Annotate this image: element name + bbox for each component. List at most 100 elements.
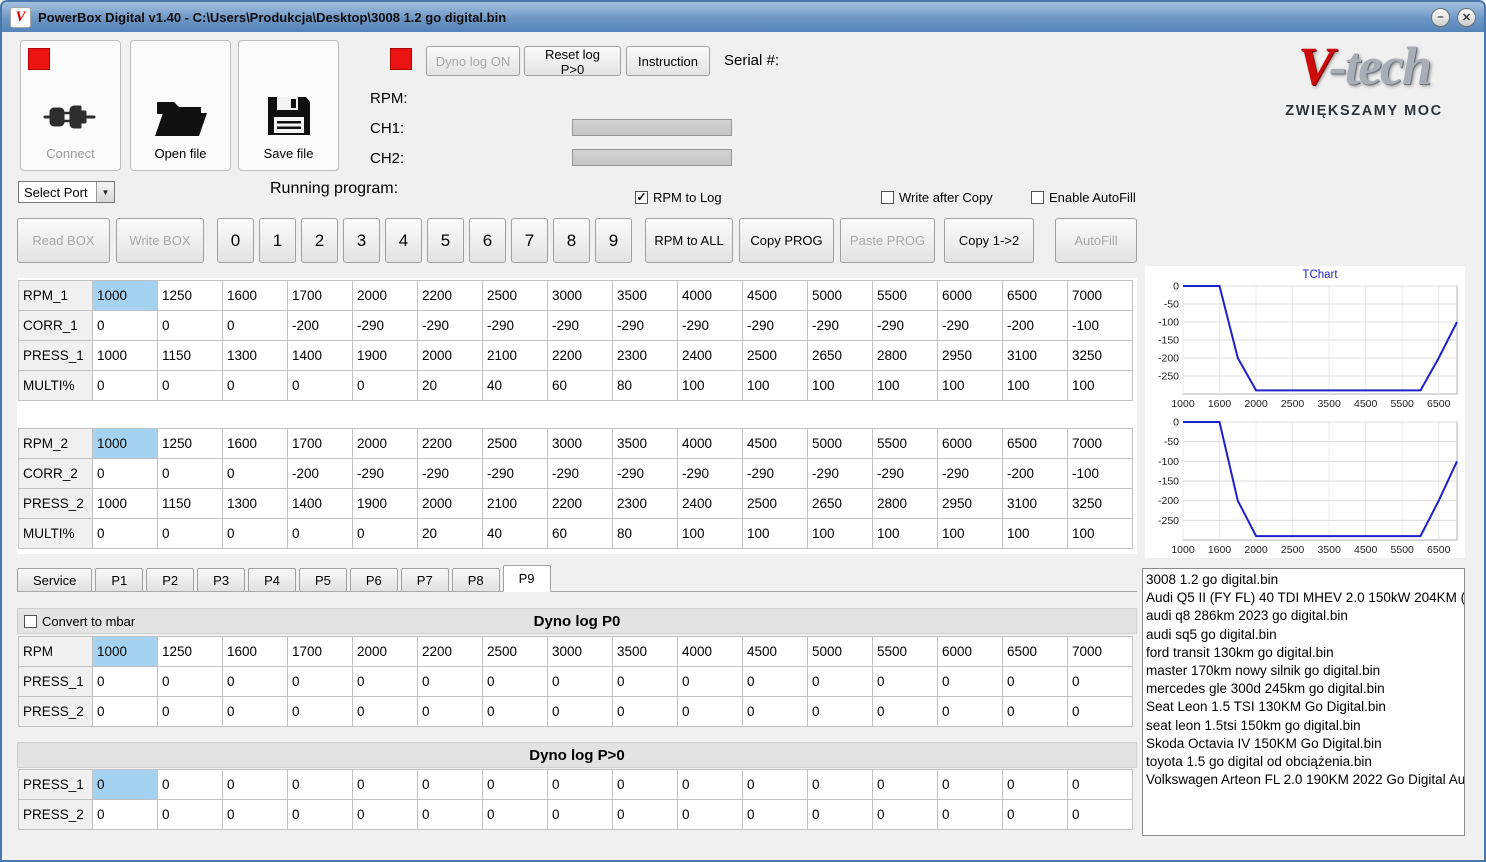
grid-cell[interactable]: -290 [352, 310, 418, 341]
file-list-item[interactable]: Volkswagen Arteon FL 2.0 190KM 2022 Go D… [1146, 771, 1464, 789]
file-list-item[interactable]: Seat Leon 1.5 TSI 130KM Go Digital.bin [1146, 698, 1461, 716]
grid-cell[interactable]: -290 [547, 458, 613, 489]
grid-cell[interactable]: 7000 [1067, 428, 1133, 459]
grid-cell[interactable]: 0 [352, 769, 418, 800]
grid-cell[interactable]: 5500 [872, 280, 938, 311]
grid-cell[interactable]: 0 [482, 666, 548, 697]
grid-cell[interactable]: 100 [872, 518, 938, 549]
grid-cell[interactable]: 0 [1067, 769, 1133, 800]
grid-cell[interactable]: 0 [287, 666, 353, 697]
grid-cell[interactable]: 0 [742, 666, 808, 697]
grid-cell[interactable]: 6000 [937, 636, 1003, 667]
grid-cell[interactable]: 100 [1002, 370, 1068, 401]
grid-cell[interactable]: 0 [807, 799, 873, 830]
copy-prog-button[interactable]: Copy PROG [739, 218, 834, 263]
grid-cell[interactable]: 100 [937, 370, 1003, 401]
grid-cell[interactable]: 0 [222, 310, 288, 341]
grid-cell[interactable]: 1700 [287, 428, 353, 459]
grid-cell[interactable]: 100 [677, 518, 743, 549]
rpm-to-log-checkbox-icon[interactable] [635, 191, 648, 204]
titlebar[interactable]: V PowerBox Digital v1.40 - C:\Users\Prod… [2, 2, 1484, 32]
grid-cell[interactable]: 0 [92, 666, 158, 697]
reset-log-button[interactable]: Reset log P>0 [524, 46, 621, 77]
grid-cell[interactable]: 2800 [872, 488, 938, 519]
tab-p2[interactable]: P2 [146, 568, 195, 591]
file-list-item[interactable]: Audi Q5 II (FY FL) 40 TDI MHEV 2.0 150kW… [1146, 589, 1464, 607]
grid-cell[interactable]: 1250 [157, 280, 223, 311]
grid-cell[interactable]: -290 [482, 310, 548, 341]
grid-cell[interactable]: 2950 [937, 340, 1003, 371]
grid-cell[interactable]: 80 [612, 370, 678, 401]
grid-cell[interactable]: -290 [482, 458, 548, 489]
grid-cell[interactable]: 0 [287, 769, 353, 800]
grid-cell[interactable]: 2500 [482, 280, 548, 311]
grid-cell[interactable]: 0 [287, 799, 353, 830]
grid-cell[interactable]: 2500 [482, 428, 548, 459]
grid-cell[interactable]: 0 [807, 666, 873, 697]
grid-cell[interactable]: 0 [1002, 799, 1068, 830]
grid-cell[interactable]: -290 [937, 310, 1003, 341]
grid-cell[interactable]: 0 [417, 799, 483, 830]
rpm-to-log-checkbox[interactable]: RPM to Log [635, 190, 722, 205]
grid-cell[interactable]: 0 [352, 370, 418, 401]
digit-button-7[interactable]: 7 [511, 218, 548, 263]
save-file-button[interactable]: Save file [238, 40, 339, 171]
grid-cell[interactable]: 0 [612, 799, 678, 830]
grid-cell[interactable]: 1250 [157, 636, 223, 667]
enable-autofill-checkbox[interactable]: Enable AutoFill [1031, 190, 1136, 205]
grid-cell[interactable]: 0 [612, 696, 678, 727]
grid-cell[interactable]: 0 [92, 518, 158, 549]
grid-cell[interactable]: 0 [677, 666, 743, 697]
grid-cell[interactable]: 0 [547, 799, 613, 830]
grid-cell[interactable]: 5500 [872, 428, 938, 459]
grid-cell[interactable]: 100 [807, 518, 873, 549]
grid-cell[interactable]: 0 [287, 518, 353, 549]
grid-cell[interactable]: 3250 [1067, 488, 1133, 519]
grid-cell[interactable]: 2650 [807, 488, 873, 519]
grid-cell[interactable]: 1900 [352, 488, 418, 519]
grid-cell[interactable]: 3250 [1067, 340, 1133, 371]
grid-cell[interactable]: 2200 [547, 488, 613, 519]
grid-cell[interactable]: 0 [417, 696, 483, 727]
grid-cell[interactable]: 1000 [92, 636, 158, 667]
grid-cell[interactable]: 1150 [157, 488, 223, 519]
grid-cell[interactable]: 3000 [547, 636, 613, 667]
grid-cell[interactable]: -100 [1067, 458, 1133, 489]
grid-cell[interactable]: -290 [742, 310, 808, 341]
grid-cell[interactable]: 100 [1067, 370, 1133, 401]
grid-cell[interactable]: 3100 [1002, 488, 1068, 519]
grid-cell[interactable]: 2950 [937, 488, 1003, 519]
grid-cell[interactable]: 1400 [287, 488, 353, 519]
digit-button-1[interactable]: 1 [259, 218, 296, 263]
grid-cell[interactable]: -290 [807, 458, 873, 489]
grid-cell[interactable]: 2000 [417, 340, 483, 371]
grid-cell[interactable]: -290 [872, 310, 938, 341]
file-list-item[interactable]: ford transit 130km go digital.bin [1146, 644, 1461, 662]
select-port-dropdown[interactable]: Select Port ▼ [18, 181, 115, 203]
grid-cell[interactable]: 20 [417, 370, 483, 401]
grid-cell[interactable]: 0 [92, 799, 158, 830]
grid-cell[interactable]: 2400 [677, 340, 743, 371]
grid-cell[interactable]: 0 [222, 370, 288, 401]
enable-autofill-checkbox-icon[interactable] [1031, 191, 1044, 204]
tab-p3[interactable]: P3 [197, 568, 246, 591]
grid-cell[interactable]: 0 [222, 666, 288, 697]
grid-cell[interactable]: 0 [157, 518, 223, 549]
tab-p8[interactable]: P8 [451, 568, 500, 591]
file-list-item[interactable]: audi q8 286km 2023 go digital.bin [1146, 607, 1461, 625]
tab-p7[interactable]: P7 [400, 568, 449, 591]
dropdown-arrow-icon[interactable]: ▼ [96, 182, 114, 202]
grid-cell[interactable]: 5000 [807, 280, 873, 311]
file-list-item[interactable]: toyota 1.5 go digital od obciążenia.bin [1146, 753, 1461, 771]
grid-cell[interactable]: 0 [1067, 799, 1133, 830]
grid-cell[interactable]: 2200 [417, 636, 483, 667]
grid-cell[interactable]: 80 [612, 518, 678, 549]
grid-cell[interactable]: 0 [677, 696, 743, 727]
tab-p5[interactable]: P5 [298, 568, 347, 591]
grid-cell[interactable]: 100 [1067, 518, 1133, 549]
grid-cell[interactable]: 0 [872, 799, 938, 830]
grid-cell[interactable]: 3500 [612, 636, 678, 667]
digit-button-4[interactable]: 4 [385, 218, 422, 263]
grid-cell[interactable]: 0 [1067, 666, 1133, 697]
grid-cell[interactable]: 100 [742, 370, 808, 401]
